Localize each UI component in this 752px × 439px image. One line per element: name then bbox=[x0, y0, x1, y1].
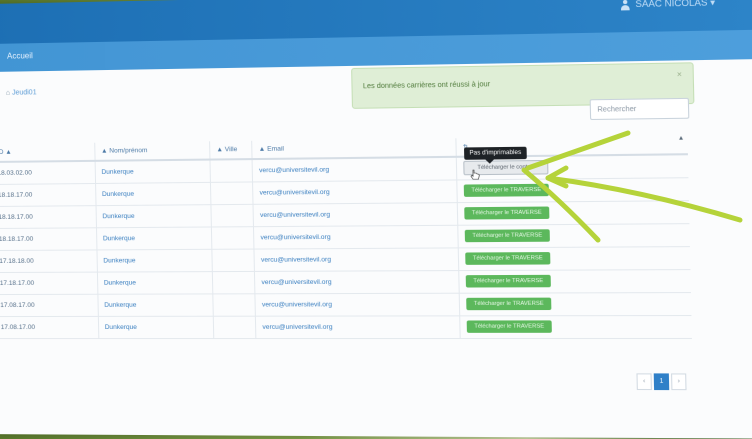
download-button[interactable]: Télécharger le TRAVERSE bbox=[466, 298, 551, 311]
email-link[interactable]: vercu@universitevil.org bbox=[260, 211, 330, 219]
cell-action: Télécharger le TRAVERSE bbox=[458, 223, 690, 247]
download-button[interactable]: Télécharger le TRAVERSE bbox=[466, 275, 551, 288]
breadcrumb: ⌂ Jeudi01 bbox=[6, 89, 37, 96]
close-icon[interactable]: × bbox=[677, 70, 682, 79]
table-row: 17.08.17.00 Dunkerque vercu@universitevil.… bbox=[0, 315, 692, 338]
email-link[interactable]: vercu@universitevil.org bbox=[259, 166, 329, 174]
nav-home-link[interactable]: Accueil bbox=[7, 51, 33, 60]
cell-email: vercu@universitevil.org bbox=[253, 202, 458, 226]
column-header-email[interactable]: ▲ Email bbox=[252, 138, 456, 159]
column-header-id[interactable]: ID ▲ bbox=[0, 143, 95, 162]
email-link[interactable]: vercu@universitevil.org bbox=[260, 188, 330, 196]
email-link[interactable]: vercu@universitevil.org bbox=[261, 278, 331, 285]
user-menu-label: SAAC NICOLAS ▾ bbox=[635, 0, 715, 10]
name-link[interactable]: Dunkerque bbox=[101, 168, 133, 175]
download-button[interactable]: Télécharger le TRAVERSE bbox=[467, 320, 552, 332]
cell-id: 18.18.17.00 bbox=[0, 205, 96, 228]
pager-page[interactable]: 1 bbox=[654, 373, 670, 390]
cell-name: Dunkerque bbox=[95, 182, 211, 205]
cell-email: vercu@universitevil.org bbox=[252, 157, 457, 182]
cell-city bbox=[213, 316, 256, 338]
user-icon bbox=[620, 0, 631, 10]
cell-id: 17.08.17.00 bbox=[0, 316, 98, 338]
pager-next[interactable]: › bbox=[671, 373, 687, 390]
cell-city bbox=[211, 226, 254, 249]
email-link[interactable]: vercu@universitevil.org bbox=[260, 233, 330, 241]
cell-name: Dunkerque bbox=[96, 204, 212, 227]
cell-text: 18.03.02.00 bbox=[0, 169, 32, 176]
cell-name: Dunkerque bbox=[95, 160, 211, 183]
cell-action: Télécharger le TRAVERSE bbox=[458, 246, 690, 270]
email-link[interactable]: vercu@universitevil.org bbox=[261, 256, 331, 263]
hand-cursor-icon bbox=[470, 169, 481, 181]
cell-action: Télécharger le TRAVERSE bbox=[460, 315, 692, 338]
download-button[interactable]: Télécharger le TRAVERSE bbox=[464, 207, 549, 220]
cell-email: vercu@universitevil.org bbox=[255, 293, 460, 316]
name-link[interactable]: Dunkerque bbox=[104, 279, 136, 286]
home-icon[interactable]: ⌂ bbox=[6, 90, 10, 97]
screen: SAAC NICOLAS ▾ Accueil ⌂ Jeudi01 Les don… bbox=[0, 0, 752, 439]
table-row: 17.18.18.00 Dunkerque vercu@universitevil.… bbox=[0, 246, 690, 272]
download-button[interactable]: Télécharger le TRAVERSE bbox=[465, 229, 550, 242]
cell-action: Télécharger le TRAVERSE bbox=[457, 177, 689, 202]
cell-text: 17.08.17.00 bbox=[0, 301, 34, 308]
cell-text: 18.18.17.00 bbox=[0, 191, 32, 198]
cell-id: 17.18.17.00 bbox=[0, 272, 97, 294]
email-link[interactable]: vercu@universitevil.org bbox=[262, 323, 332, 330]
cell-id: 18.18.17.00 bbox=[0, 227, 97, 250]
email-link[interactable]: vercu@universitevil.org bbox=[262, 301, 332, 308]
cell-email: vercu@universitevil.org bbox=[254, 225, 459, 249]
name-link[interactable]: Dunkerque bbox=[103, 257, 135, 264]
cell-action: Télécharger le TRAVERSE bbox=[459, 292, 691, 315]
pagination: ‹ 1 › bbox=[636, 373, 686, 390]
column-header-city[interactable]: ▲ Ville bbox=[210, 141, 253, 160]
cell-id: 17.08.17.00 bbox=[0, 294, 98, 316]
cell-text: 18.18.17.00 bbox=[0, 213, 33, 220]
cell-name: Dunkerque bbox=[98, 316, 214, 338]
pager-prev[interactable]: ‹ bbox=[636, 373, 651, 390]
name-link[interactable]: Dunkerque bbox=[105, 323, 137, 330]
cell-email: vercu@universitevil.org bbox=[254, 247, 459, 271]
cell-text: 17.18.17.00 bbox=[0, 279, 34, 286]
download-button[interactable]: Télécharger le TRAVERSE bbox=[464, 184, 549, 197]
search-input[interactable]: Rechercher bbox=[590, 98, 690, 120]
table-row: 17.18.17.00 Dunkerque vercu@universitevil.… bbox=[0, 269, 691, 294]
tooltip: Pas d'imprimables bbox=[464, 147, 527, 160]
name-link[interactable]: Dunkerque bbox=[103, 235, 135, 242]
column-header-name[interactable]: ▲ Nom/prénom bbox=[94, 141, 210, 161]
cell-email: vercu@universitevil.org bbox=[253, 179, 458, 203]
cell-city bbox=[211, 204, 254, 227]
alert-message: Les données carrières ont réussi à jour bbox=[363, 81, 490, 90]
cell-email: vercu@universitevil.org bbox=[255, 270, 460, 293]
sort-caret-icon[interactable]: ▲ bbox=[678, 135, 685, 141]
cell-id: 18.18.17.00 bbox=[0, 183, 96, 206]
cell-text: 18.18.17.00 bbox=[0, 235, 33, 242]
name-link[interactable]: Dunkerque bbox=[102, 190, 134, 197]
cell-text: 17.18.18.00 bbox=[0, 257, 34, 264]
cell-name: Dunkerque bbox=[97, 249, 213, 272]
name-link[interactable]: Dunkerque bbox=[104, 301, 136, 308]
cell-id: 17.18.18.00 bbox=[0, 249, 97, 272]
cell-city bbox=[212, 249, 255, 272]
cell-city bbox=[210, 159, 253, 182]
user-menu[interactable]: SAAC NICOLAS ▾ bbox=[620, 0, 715, 10]
breadcrumb-current: Jeudi01 bbox=[12, 89, 37, 96]
cell-city bbox=[210, 181, 253, 204]
cell-action: Télécharger le TRAVERSE bbox=[457, 200, 689, 225]
data-table: ID ▲ ▲ Nom/prénom ▲ Ville ▲ Email ⇅ 18.0… bbox=[0, 135, 692, 338]
cell-id: 18.03.02.00 bbox=[0, 161, 95, 184]
download-button[interactable]: Télécharger le TRAVERSE bbox=[465, 252, 550, 265]
table-row: 17.08.17.00 Dunkerque vercu@universitevil.… bbox=[0, 292, 691, 316]
cell-city bbox=[213, 293, 256, 315]
name-link[interactable]: Dunkerque bbox=[102, 212, 134, 219]
cell-city bbox=[212, 271, 255, 293]
cell-action: Télécharger le TRAVERSE bbox=[459, 269, 691, 293]
cell-name: Dunkerque bbox=[97, 293, 213, 315]
cell-email: vercu@universitevil.org bbox=[256, 315, 461, 338]
cell-name: Dunkerque bbox=[96, 226, 212, 249]
cell-name: Dunkerque bbox=[97, 271, 213, 294]
cell-text: 17.08.17.00 bbox=[1, 324, 35, 331]
